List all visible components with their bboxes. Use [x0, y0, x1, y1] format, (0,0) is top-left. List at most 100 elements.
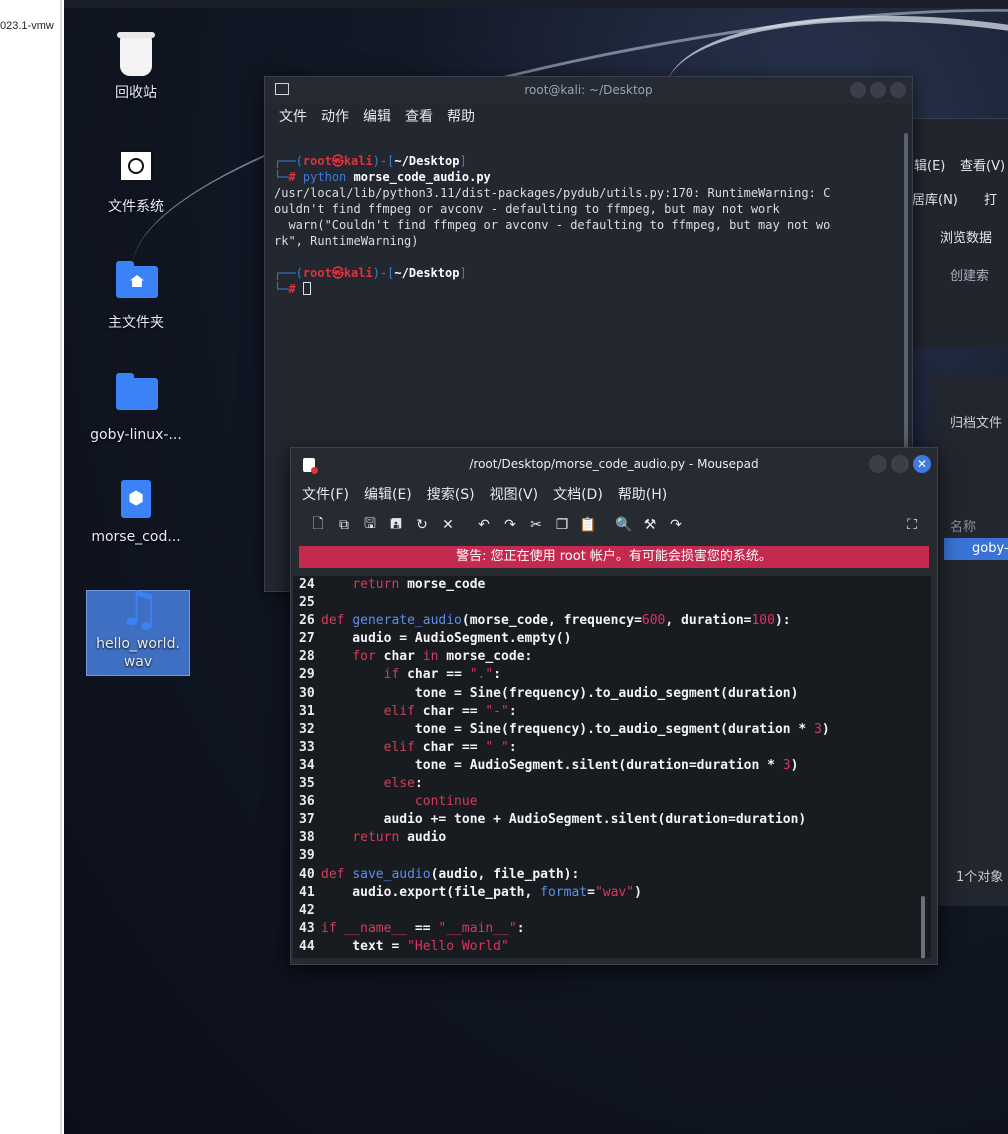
prompt-path: ~/Desktop [394, 266, 460, 280]
menu-document[interactable]: 文档(D) [553, 480, 603, 510]
reload-icon[interactable]: ↻ [409, 517, 435, 533]
fullscreen-icon[interactable]: ⛶ [899, 517, 925, 533]
menu-database[interactable]: 居库(N) [912, 189, 958, 208]
code-line: 33 elif char == " ": [299, 739, 517, 755]
code-line: 31 elif char == "-": [299, 703, 517, 719]
code-line: 30 tone = Sine(frequency).to_audio_segme… [299, 685, 799, 701]
code-line: 44 text = "Hello World" [299, 938, 509, 954]
close-button[interactable] [890, 82, 906, 98]
create-index-button[interactable]: 创建索 [950, 265, 989, 284]
prompt-path: ~/Desktop [394, 154, 460, 168]
archive-window: 归档文件 名称 goby- 1个对象 [930, 376, 1008, 906]
menu-edit[interactable]: 编辑(E) [364, 480, 412, 510]
mousepad-title: /root/Desktop/morse_code_audio.py - Mous… [469, 457, 759, 471]
code-line: 42 [299, 902, 315, 918]
code-line: 26 def generate_audio(morse_code, frequen… [299, 613, 791, 629]
code-line: 43 if __name__ == "__main__": [299, 920, 525, 936]
command-arg: morse_code_audio.py [353, 170, 491, 184]
prompt-user: root [302, 154, 332, 168]
new-window-icon[interactable]: ⧉ [331, 517, 357, 533]
close-button[interactable]: ✕ [913, 455, 931, 473]
minimize-button[interactable] [850, 82, 866, 98]
paste-icon[interactable]: 📋 [575, 517, 601, 533]
save-icon[interactable]: 🖫 [357, 513, 383, 537]
menu-edit[interactable]: 辑(E) [914, 155, 945, 174]
tab-browse-data[interactable]: 浏览数据 [940, 227, 992, 246]
audio-file-icon: ♫ [118, 581, 162, 637]
prompt-at: ㉿ [331, 154, 344, 168]
new-file-icon[interactable]: 🗋 [305, 513, 331, 537]
menu-file[interactable]: 文件(F) [302, 480, 349, 510]
code-line: 36 continue [299, 794, 478, 810]
top-panel [64, 0, 1008, 8]
python-file-icon: ⬢ [121, 480, 151, 518]
code-line: 34 tone = AudioSegment.silent(duration=d… [299, 757, 799, 773]
menu-search[interactable]: 搜索(S) [427, 480, 475, 510]
desktop-icon-home[interactable]: 主文件夹 [84, 260, 188, 332]
background-app-window: 辑(E) 查看(V) 居库(N) 打 浏览数据 创建索 [910, 118, 1008, 348]
maximize-button[interactable] [891, 455, 909, 473]
output-line: rk", RuntimeWarning) [274, 234, 419, 248]
editor-scrollbar[interactable] [921, 896, 925, 958]
maximize-button[interactable] [870, 82, 886, 98]
menu-view[interactable]: 视图(V) [490, 480, 539, 510]
desktop-icon-morse-code[interactable]: ⬢ morse_cod... [84, 480, 188, 546]
copy-icon[interactable]: ❐ [549, 517, 575, 533]
menu-file[interactable]: 文件 [279, 103, 307, 131]
code-line: 28 for char in morse_code: [299, 649, 533, 665]
prompt-host: kali [343, 266, 373, 280]
search-icon[interactable]: 🔍 [611, 517, 637, 533]
minimize-button[interactable] [869, 455, 887, 473]
code-line: 38 return audio [299, 830, 447, 846]
kali-desktop: 回收站 文件系统 主文件夹 goby-linux-... ⬢ morse_cod… [64, 0, 1008, 1134]
terminal-scrollbar[interactable] [904, 133, 908, 453]
command-name: python [302, 170, 347, 184]
code-line: 39 [299, 848, 315, 864]
home-folder-icon [116, 261, 158, 298]
desktop-icon-label: hello_world.wav [96, 636, 180, 670]
goto-icon[interactable]: ↷ [663, 517, 689, 533]
prompt-at: ㉿ [331, 266, 344, 280]
root-warning-bar: 警告: 您正在使用 root 帐户。有可能会损害您的系统。 [299, 546, 929, 568]
desktop-icon-label: 文件系统 [108, 199, 164, 215]
desktop-icon-filesystem[interactable]: 文件系统 [84, 146, 188, 216]
save-as-icon[interactable]: 🖪 [383, 513, 409, 537]
terminal-icon [275, 83, 289, 95]
code-line: 37 audio += tone + AudioSegment.silent(d… [299, 812, 807, 828]
mousepad-window: /root/Desktop/morse_code_audio.py - Mous… [290, 447, 938, 965]
cursor [302, 282, 311, 295]
desktop-icon-goby[interactable]: goby-linux-... [84, 372, 188, 444]
code-editor[interactable]: 24 return morse_code 25 26 def generate_a… [293, 576, 931, 958]
desktop-icon-label: 回收站 [115, 85, 157, 101]
redo-icon[interactable]: ↷ [497, 517, 523, 533]
prompt-host: kali [343, 154, 373, 168]
code-line: 40 def save_audio(audio, file_path): [299, 866, 580, 882]
menu-help[interactable]: 帮助 [447, 103, 475, 131]
replace-icon[interactable]: ⚒ [637, 517, 663, 533]
archive-list-item[interactable]: goby- [944, 538, 1008, 560]
menu-view[interactable]: 查看(V) [960, 155, 1005, 174]
output-line: warn("Couldn't find ffmpeg or avconv - d… [274, 218, 831, 232]
close-tab-icon[interactable]: ✕ [435, 517, 461, 533]
menu-view[interactable]: 查看 [405, 103, 433, 131]
desktop-icon-hello-world-wav[interactable]: ♫ hello_world.wav [86, 581, 190, 676]
output-line: /usr/local/lib/python3.11/dist-packages/… [274, 186, 831, 200]
code-line: 29 if char == ".": [299, 667, 502, 683]
terminal-title: root@kali: ~/Desktop [524, 83, 653, 97]
code-line: 35 else: [299, 776, 423, 792]
menu-edit[interactable]: 编辑 [363, 103, 391, 131]
output-line: ouldn't find ffmpeg or avconv - defaulti… [274, 202, 780, 216]
archive-status: 1个对象 [956, 870, 1004, 885]
open-button[interactable]: 打 [984, 189, 997, 208]
undo-icon[interactable]: ↶ [471, 517, 497, 533]
desktop-icon-label: morse_cod... [91, 529, 181, 545]
prompt-user: root [302, 266, 332, 280]
cut-icon[interactable]: ✂ [523, 517, 549, 533]
column-name: 名称 [950, 520, 977, 535]
desktop-icon-trash[interactable]: 回收站 [84, 36, 188, 102]
menu-help[interactable]: 帮助(H) [618, 480, 667, 510]
drive-icon [119, 150, 153, 182]
host-window-strip: 023.1-vmw [0, 0, 62, 1134]
menu-action[interactable]: 动作 [321, 103, 349, 131]
code-line: 41 audio.export(file_path, format="wav") [299, 884, 642, 900]
